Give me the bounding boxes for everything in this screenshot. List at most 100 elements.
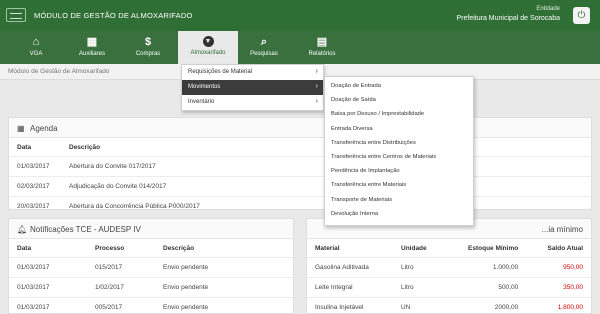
top-header: MÓDULO DE GESTÃO DE ALMOXARIFADO Entidad… <box>0 0 600 31</box>
date-cell: 02/03/2017 <box>9 176 61 197</box>
menu-item-inventario[interactable]: Inventário › <box>182 95 323 110</box>
agenda-table: Data Descrição 01/03/2017 Abertura do Co… <box>9 138 591 216</box>
circle-down-icon: ▼ <box>202 36 214 47</box>
main-nav: ⌂ VGA ▦ Auxiliares $ Compras ▼ Almoxarif… <box>0 31 600 64</box>
date-cell: 20/03/2017 <box>9 196 61 216</box>
chevron-right-icon: › <box>315 68 318 75</box>
date-cell: 01/03/2017 <box>9 257 87 278</box>
search-icon: ⌕ <box>260 36 268 48</box>
description-cell: Envio pendente <box>155 297 293 314</box>
unit-cell: Litro <box>393 257 443 278</box>
menu-item-transferencia-centros[interactable]: Transferência entre Centros de Materiais <box>325 151 473 165</box>
description-cell: Envio pendente <box>155 277 293 298</box>
chevron-right-icon: › <box>315 83 318 90</box>
app-title: MÓDULO DE GESTÃO DE ALMOXARIFADO <box>34 11 193 20</box>
notifications-table: Data Processo Descrição 01/03/2017 015/2… <box>9 239 293 314</box>
column-header: Data <box>17 144 32 151</box>
table-row[interactable]: Insulina Injetável UN 2000,00 1.800,00 <box>307 297 591 314</box>
notifications-panel: 🔔︎ Notificações TCE - AUDESP IV Data Proc… <box>8 218 294 314</box>
process-cell: 015/2017 <box>87 257 155 278</box>
document-icon: ▤ <box>316 36 328 48</box>
minimum-cell: 2000,00 <box>443 297 527 314</box>
notifications-title: Notificações TCE - AUDESP IV <box>30 225 141 234</box>
chevron-right-icon: › <box>315 98 318 105</box>
menu-item-transferencia-distribuicoes[interactable]: Transferência entre Distribuições <box>325 137 473 151</box>
dollar-icon: $ <box>144 36 152 48</box>
calendar-icon: ▦ <box>17 124 25 133</box>
table-row[interactable]: 20/03/2017 Abertura da Concorrência Públ… <box>9 196 591 216</box>
date-cell: 01/03/2017 <box>9 277 87 298</box>
menu-item-movimentos[interactable]: Movimentos › <box>182 80 323 95</box>
nav-item-label: Compras <box>135 51 161 57</box>
agenda-header: ▦ Agenda <box>9 118 591 138</box>
column-header: Processo <box>95 245 125 252</box>
balance-cell: 350,00 <box>526 277 591 298</box>
menu-item-baixa-desuso[interactable]: Baixa por Desuso / Imprestabilidade <box>325 108 473 122</box>
nav-item-relatorios[interactable]: ▤ Relatórios <box>294 31 350 64</box>
stock-table: Material Unidade Estoque Mínimo Saldo At… <box>307 239 591 314</box>
description-cell: Envio pendente <box>155 257 293 278</box>
nav-item-label: VGA <box>29 51 43 57</box>
menu-item-devolucao-interna[interactable]: Devolução Interna <box>325 208 473 222</box>
nav-item-compras[interactable]: $ Compras <box>120 31 176 64</box>
nav-item-vga[interactable]: ⌂ VGA <box>8 31 64 64</box>
column-header: Material <box>315 245 340 252</box>
entity-label: Entidade <box>536 6 560 12</box>
bell-icon: 🔔︎ <box>17 225 28 234</box>
unit-cell: Litro <box>393 277 443 298</box>
table-row[interactable]: 01/03/2017 005/2017 Envio pendente <box>9 297 293 314</box>
material-cell: Gasolina Aditivada <box>307 257 393 278</box>
menu-item-pendencia-implantacao[interactable]: Pendência de Implantação <box>325 165 473 179</box>
column-header: Unidade <box>401 245 427 252</box>
menu-item-label: Movimentos <box>188 84 221 90</box>
nav-item-label: Relatórios <box>308 51 336 57</box>
menu-item-doacao-entrada[interactable]: Doação de Entrada <box>325 80 473 94</box>
process-cell: 1/02/2017 <box>87 277 155 298</box>
column-header: Descrição <box>163 245 195 252</box>
nav-item-label: Almoxarifado <box>190 50 226 56</box>
nav-item-auxiliares[interactable]: ▦ Auxiliares <box>64 31 120 64</box>
stock-panel: ...ia mínimo Material Unidade Estoque Mí… <box>306 218 592 314</box>
nav-item-label: Pesquisas <box>250 51 278 57</box>
logo-icon <box>6 8 26 22</box>
table-row[interactable]: Leite Integral Litro 500,00 350,00 <box>307 277 591 298</box>
nav-item-label: Auxiliares <box>78 51 105 57</box>
menu-item-transferencia-materiais[interactable]: Transferência entre Materiais <box>325 179 473 193</box>
process-cell: 005/2017 <box>87 297 155 314</box>
table-row[interactable]: Gasolina Aditivada Litro 1.000,00 950,00 <box>307 257 591 278</box>
table-row[interactable]: 01/03/2017 1/02/2017 Envio pendente <box>9 277 293 298</box>
nav-item-pesquisas[interactable]: ⌕ Pesquisas <box>236 31 292 64</box>
date-cell: 01/03/2017 <box>9 297 87 314</box>
almoxarifado-dropdown: Requisições de Material › Movimentos › I… <box>181 64 324 111</box>
menu-item-transporte-materiais[interactable]: Transporte de Materiais <box>325 194 473 208</box>
table-row[interactable]: 01/03/2017 Abertura do Convite 017/2017 <box>9 156 591 177</box>
menu-item-label: Requisições de Material <box>188 69 253 75</box>
minimum-cell: 1.000,00 <box>443 257 527 278</box>
minimum-cell: 500,00 <box>443 277 527 298</box>
unit-cell: UN <box>393 297 443 314</box>
menu-item-entrada-diversa[interactable]: Entrada Diversa <box>325 123 473 137</box>
home-icon: ⌂ <box>32 36 40 48</box>
table-row[interactable]: 01/03/2017 015/2017 Envio pendente <box>9 257 293 278</box>
nav-item-almoxarifado[interactable]: ▼ Almoxarifado <box>178 31 238 64</box>
movimentos-flyout: Doação de Entrada Doação de Saída Baixa … <box>324 76 474 226</box>
stock-title: ...ia mínimo <box>541 225 583 234</box>
material-cell: Leite Integral <box>307 277 393 298</box>
balance-cell: 950,00 <box>526 257 591 278</box>
agenda-panel: ▦ Agenda Data Descrição 01/03/2017 Abertu… <box>8 117 592 216</box>
entity-name: Prefeitura Municipal de Sorocaba <box>456 15 560 22</box>
grid-icon: ▦ <box>86 36 98 48</box>
column-header: Estoque Mínimo <box>468 245 519 252</box>
agenda-title: Agenda <box>30 124 58 133</box>
date-cell: 01/03/2017 <box>9 156 61 177</box>
column-header: Data <box>17 245 32 252</box>
power-icon[interactable]: ⏻ <box>573 7 590 24</box>
notifications-header: 🔔︎ Notificações TCE - AUDESP IV <box>9 219 293 239</box>
balance-cell: 1.800,00 <box>526 297 591 314</box>
column-header: Saldo Atual <box>547 245 583 252</box>
table-row[interactable]: 02/03/2017 Adjudicação do Convite 014/20… <box>9 176 591 197</box>
menu-item-label: Inventário <box>188 99 215 105</box>
material-cell: Insulina Injetável <box>307 297 393 314</box>
menu-item-requisicoes[interactable]: Requisições de Material › <box>182 65 323 80</box>
menu-item-doacao-saida[interactable]: Doação de Saída <box>325 94 473 108</box>
